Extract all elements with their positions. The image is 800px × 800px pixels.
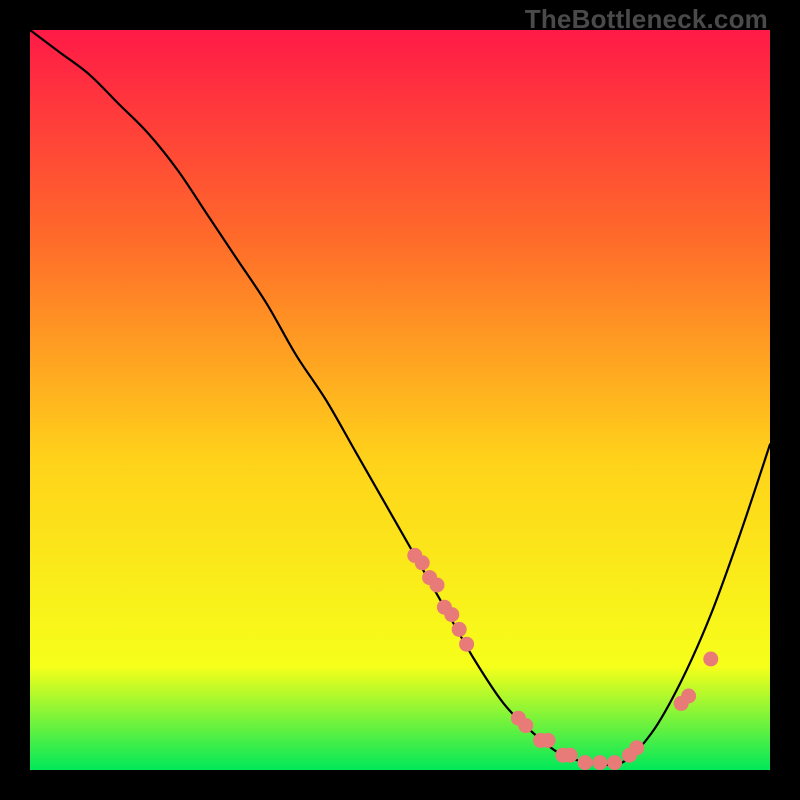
curve-dot bbox=[578, 755, 593, 770]
curve-dot bbox=[629, 740, 644, 755]
curve-dot bbox=[563, 748, 578, 763]
bottleneck-chart bbox=[30, 30, 770, 770]
curve-dot bbox=[452, 622, 467, 637]
curve-dot bbox=[592, 755, 607, 770]
gradient-background bbox=[30, 30, 770, 770]
curve-dot bbox=[541, 733, 556, 748]
curve-dot bbox=[459, 637, 474, 652]
curve-dot bbox=[681, 689, 696, 704]
curve-dot bbox=[518, 718, 533, 733]
chart-frame bbox=[30, 30, 770, 770]
curve-dot bbox=[444, 607, 459, 622]
curve-dot bbox=[607, 755, 622, 770]
curve-dot bbox=[430, 578, 445, 593]
curve-dot bbox=[703, 652, 718, 667]
curve-dot bbox=[415, 555, 430, 570]
